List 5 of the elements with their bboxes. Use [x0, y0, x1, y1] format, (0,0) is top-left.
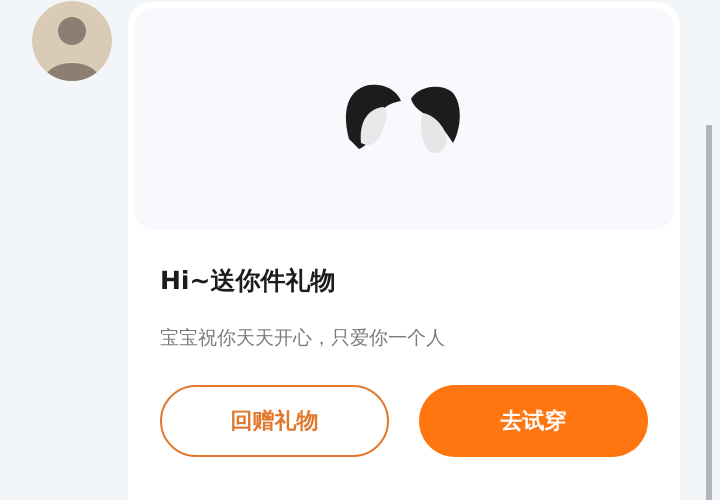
- gift-message: 宝宝祝你天天开心，只爱你一个人: [160, 326, 446, 351]
- try-on-button[interactable]: 去试穿: [419, 385, 648, 457]
- scrollbar[interactable]: [706, 125, 712, 500]
- return-gift-button[interactable]: 回赠礼物: [160, 385, 389, 457]
- gift-title: Hi~送你件礼物: [160, 265, 336, 297]
